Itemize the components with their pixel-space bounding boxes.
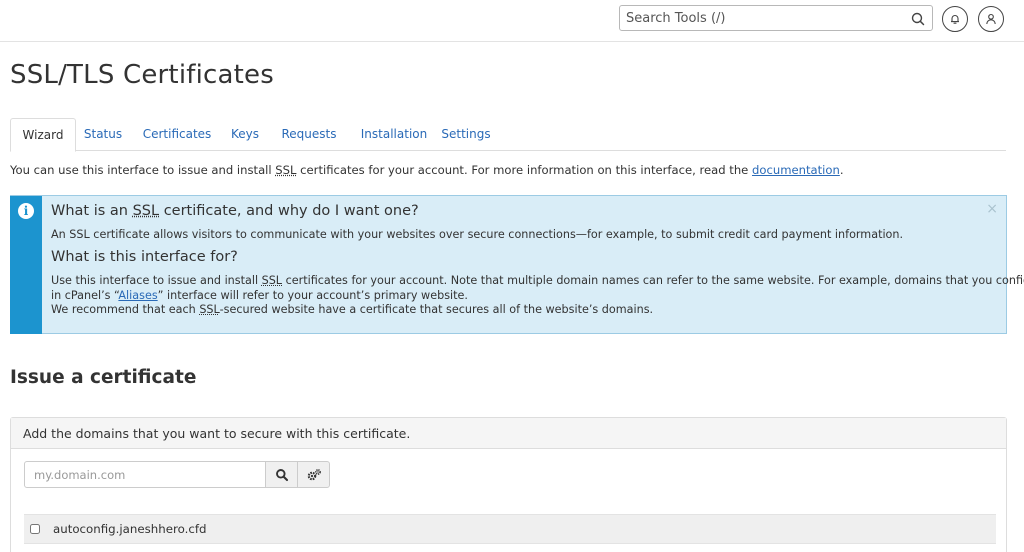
ssl-abbr: SSL xyxy=(275,163,297,177)
section-title-issue: Issue a certificate xyxy=(10,367,197,388)
ssl-abbr: SSL xyxy=(199,303,220,316)
info-body-line-2: in cPanel’s “Aliases” interface will ref… xyxy=(51,289,468,303)
info-body-line-3: We recommend that each SSL-secured websi… xyxy=(51,303,653,317)
info-body-ssl: An SSL certificate allows visitors to co… xyxy=(51,228,904,241)
search-input[interactable] xyxy=(620,6,904,30)
domain-search-button[interactable] xyxy=(265,461,298,488)
notifications-button[interactable] xyxy=(942,6,968,32)
tab-wizard[interactable]: Wizard xyxy=(10,118,76,152)
body-part: We recommend that each xyxy=(51,303,200,316)
panel-heading: Add the domains that you want to secure … xyxy=(11,418,1006,449)
ssl-abbr: SSL xyxy=(261,274,283,287)
user-icon xyxy=(986,13,996,25)
tab-settings[interactable]: Settings xyxy=(441,118,491,151)
tab-keys[interactable]: Keys xyxy=(226,118,264,151)
intro-text-part: certificates for your account. For more … xyxy=(296,163,753,177)
tab-status[interactable]: Status xyxy=(76,118,130,151)
search-icon xyxy=(276,469,289,482)
body-part: certificates for your account. Note that… xyxy=(282,274,1024,287)
info-icon: i xyxy=(18,203,34,219)
body-part: ” interface will refer to your account’s… xyxy=(157,289,468,302)
info-heading-what-is-ssl: What is an SSL certificate, and why do I… xyxy=(51,203,419,219)
body-part: Use this interface to issue and install xyxy=(51,274,262,287)
page-title: SSL/TLS Certificates xyxy=(10,60,274,90)
intro-text-part: You can use this interface to issue and … xyxy=(10,163,276,177)
domain-name: autoconfig.janeshhero.cfd xyxy=(53,522,207,536)
search-icon[interactable] xyxy=(910,11,926,27)
aliases-link[interactable]: Aliases xyxy=(118,289,157,302)
intro-text-part: . xyxy=(839,163,844,177)
info-bar: i xyxy=(10,196,42,334)
user-menu-button[interactable] xyxy=(978,6,1004,32)
domain-settings-button[interactable] xyxy=(297,461,330,488)
info-heading-interface: What is this interface for? xyxy=(51,249,238,265)
heading-part: What is an xyxy=(51,203,133,219)
domain-checkbox[interactable] xyxy=(30,524,40,534)
ssl-abbr: SSL xyxy=(132,203,160,219)
close-icon[interactable]: × xyxy=(986,201,998,217)
domains-panel: Add the domains that you want to secure … xyxy=(10,417,1007,552)
panel-heading-text: Add the domains that you want to secure … xyxy=(23,426,411,441)
gears-icon xyxy=(307,469,321,481)
info-body-line-1: Use this interface to issue and install … xyxy=(51,274,1024,288)
documentation-link[interactable]: documentation xyxy=(752,163,840,177)
info-callout: i × What is an SSL certificate, and why … xyxy=(10,195,1024,334)
tab-requests[interactable]: Requests xyxy=(278,118,340,151)
heading-part: certificate, and why do I want one? xyxy=(159,203,419,219)
search-tools[interactable] xyxy=(619,5,933,31)
domain-row: autoconfig.janeshhero.cfd xyxy=(24,514,996,544)
intro-text: You can use this interface to issue and … xyxy=(10,163,844,177)
domain-input[interactable] xyxy=(24,461,266,488)
bell-icon xyxy=(951,15,959,24)
body-part: -secured website have a certificate that… xyxy=(219,303,654,316)
body-part: in cPanel’s “ xyxy=(51,289,119,302)
top-bar xyxy=(0,0,1024,42)
tab-certificates[interactable]: Certificates xyxy=(138,118,216,151)
tab-installation[interactable]: Installation xyxy=(355,118,433,151)
tab-bar: Wizard Status Certificates Keys Requests… xyxy=(10,118,1006,152)
